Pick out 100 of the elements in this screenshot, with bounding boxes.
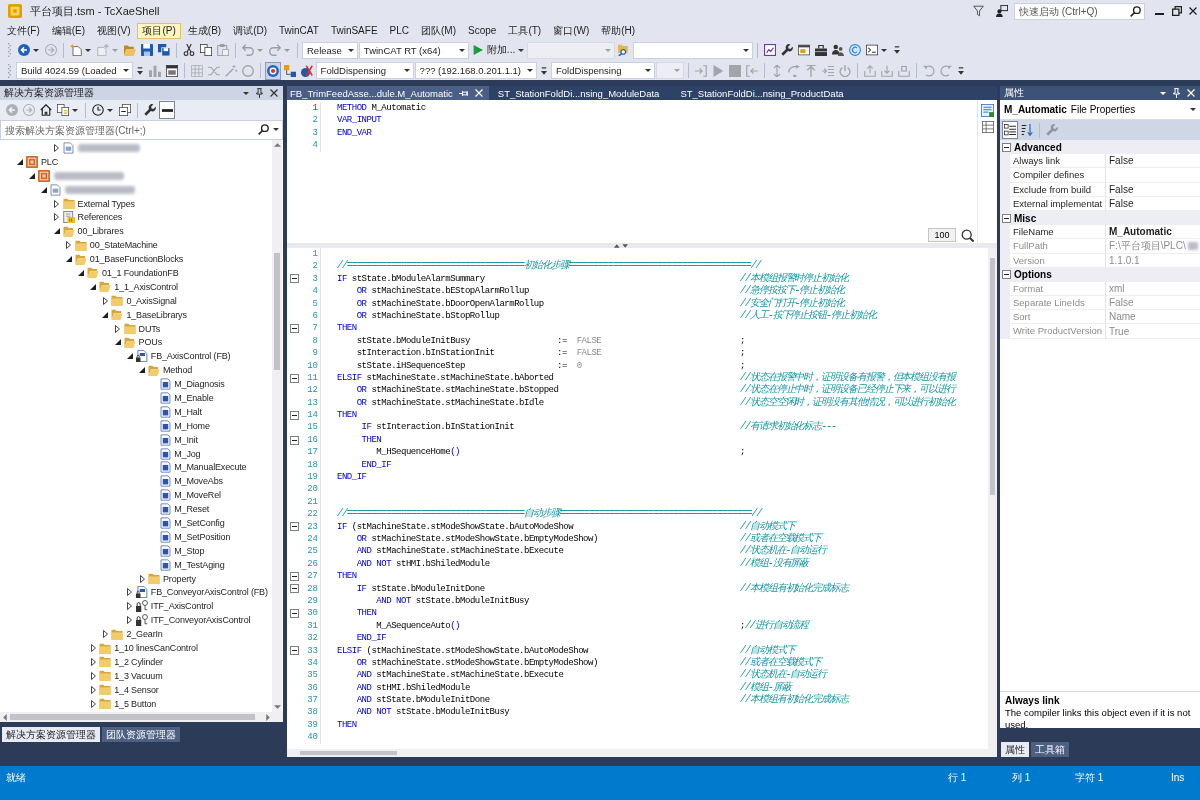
tree-item[interactable]: 1_3 Vacuum: [114, 670, 163, 681]
tree-item[interactable]: PLC: [41, 156, 59, 167]
tree-item[interactable]: M_ManualExecute: [174, 462, 247, 473]
collapse-icon[interactable]: [289, 373, 299, 383]
tree-item[interactable]: 1_10 linesCanControl: [114, 643, 198, 653]
property-value[interactable]: Name: [1106, 310, 1200, 325]
tab[interactable]: ST_StationFoldDi...nsing_ModuleData: [494, 86, 678, 100]
caret-icon[interactable]: [243, 91, 249, 95]
expand-arrow-icon[interactable]: [90, 657, 96, 666]
tree-item[interactable]: 00_StateMachine: [89, 240, 158, 251]
collapse-icon[interactable]: [1002, 213, 1011, 223]
scrollbar[interactable]: [287, 749, 997, 757]
collapse-icon[interactable]: [289, 584, 299, 594]
caret-icon[interactable]: [85, 48, 91, 52]
expand-arrow-icon[interactable]: [29, 172, 36, 179]
menu-item[interactable]: 视图(V): [92, 22, 136, 39]
dropdown[interactable]: FoldDispensing: [551, 62, 656, 79]
dropdown[interactable]: Build 4024.59 (Loaded: [16, 62, 133, 79]
expand-arrow-icon[interactable]: [66, 241, 72, 250]
dropdown[interactable]: Release: [302, 41, 358, 59]
tree-item[interactable]: M_MoveAbs: [174, 476, 223, 487]
tree-item[interactable]: 0_AxisSignal: [126, 295, 177, 306]
tree-item[interactable]: References: [77, 212, 123, 223]
folder-search-icon[interactable]: [618, 44, 631, 56]
tree-item[interactable]: M_Stop: [174, 545, 205, 556]
close-icon[interactable]: [270, 89, 278, 97]
collapse-icon[interactable]: [289, 274, 299, 284]
tree-item[interactable]: M_SetPosition: [174, 531, 231, 542]
property-value[interactable]: False: [1106, 296, 1200, 311]
menu-item[interactable]: PLC: [384, 22, 414, 39]
tree-item[interactable]: Method: [163, 365, 193, 376]
close-icon[interactable]: [1189, 7, 1197, 15]
expand-arrow-icon[interactable]: [90, 283, 97, 290]
menu-item[interactable]: 文件(F): [2, 22, 45, 39]
collapse-all-icon[interactable]: [119, 104, 131, 116]
menu-item[interactable]: 工具(T): [503, 22, 547, 39]
tree-item[interactable]: POUs: [138, 337, 162, 348]
menu-item[interactable]: 项目(P): [137, 22, 181, 39]
collapse-icon[interactable]: [1002, 270, 1011, 280]
sort-icon[interactable]: [1021, 124, 1033, 136]
menu-item[interactable]: 生成(B): [182, 22, 227, 39]
collapse-icon[interactable]: [289, 609, 299, 618]
back-icon[interactable]: [18, 44, 30, 56]
property-value[interactable]: F:\平台项目\PLC\: [1106, 239, 1200, 254]
home-icon[interactable]: [40, 104, 52, 116]
person-window-icon[interactable]: [996, 5, 1008, 17]
expand-arrow-icon[interactable]: [65, 256, 72, 263]
expand-arrow-icon[interactable]: [127, 588, 133, 597]
tree-item[interactable]: 01_BaseFunctionBlocks: [89, 254, 184, 265]
expand-arrow-icon[interactable]: [102, 311, 109, 318]
search-field[interactable]: 快速启动 (Ctrl+Q): [1014, 2, 1145, 20]
caret-icon[interactable]: [107, 108, 113, 112]
tree-item[interactable]: M_MoveRel: [174, 490, 221, 501]
pin-icon[interactable]: [256, 88, 263, 98]
property-value[interactable]: M_Automatic: [1106, 225, 1200, 240]
caret-icon[interactable]: [33, 48, 39, 52]
tree-item[interactable]: FB_AxisControl (FB): [150, 351, 231, 362]
wrench-icon[interactable]: [781, 44, 794, 56]
toggle-button[interactable]: [1002, 121, 1018, 139]
tree-item[interactable]: M_Diagnosis: [174, 379, 225, 390]
tree-item[interactable]: ITF_ConveyorAxisControl: [150, 615, 251, 626]
restore-icon[interactable]: [1172, 6, 1182, 16]
tree-item[interactable]: 01_1 FoundationFB: [102, 267, 179, 278]
expand-arrow-icon[interactable]: [90, 671, 96, 680]
menu-item[interactable]: TwinSAFE: [325, 22, 383, 39]
terminal-icon[interactable]: [866, 44, 879, 56]
window-icon[interactable]: [798, 44, 811, 56]
toggle-button[interactable]: [159, 101, 175, 119]
scroll-arrow-icon[interactable]: [273, 143, 281, 147]
expand-arrow-icon[interactable]: [102, 630, 108, 639]
tab[interactable]: ST_StationFoldDi...nsing_ProductData: [677, 86, 862, 100]
overflow-icon[interactable]: [894, 46, 901, 54]
tree-item[interactable]: 1_4 Sensor: [114, 684, 159, 695]
scrollbar[interactable]: [988, 248, 997, 749]
save-all-icon[interactable]: [158, 44, 170, 56]
expand-arrow-icon[interactable]: [90, 699, 96, 708]
expand-arrow-icon[interactable]: [41, 186, 48, 193]
people-icon[interactable]: [832, 44, 845, 56]
tree-item[interactable]: 00_Librares: [77, 226, 124, 237]
menu-item[interactable]: Scope: [463, 22, 502, 39]
new-document-icon[interactable]: [70, 44, 82, 56]
expand-arrow-icon[interactable]: [139, 367, 145, 374]
caret-icon[interactable]: [273, 128, 279, 131]
expand-arrow-icon[interactable]: [54, 199, 60, 208]
dropdown[interactable]: TwinCAT RT (x64): [358, 41, 469, 59]
minimize-icon[interactable]: [1155, 12, 1164, 15]
caret-icon[interactable]: [72, 108, 78, 112]
save-icon[interactable]: [141, 44, 153, 56]
table-icon[interactable]: [981, 121, 994, 133]
expand-arrow-icon[interactable]: [114, 339, 121, 346]
scrollbar[interactable]: [272, 140, 282, 712]
linked-squares-icon[interactable]: [283, 64, 296, 77]
scrollbar[interactable]: [0, 712, 283, 722]
splitter-arrows-icon[interactable]: [614, 243, 628, 248]
expand-arrow-icon[interactable]: [127, 602, 133, 611]
clock-icon[interactable]: [92, 104, 104, 116]
tab[interactable]: 属性: [1001, 742, 1029, 757]
search-icon[interactable]: [258, 124, 269, 135]
expand-arrow-icon[interactable]: [90, 685, 96, 694]
tree-item[interactable]: ITF_AxisControl: [150, 601, 214, 612]
